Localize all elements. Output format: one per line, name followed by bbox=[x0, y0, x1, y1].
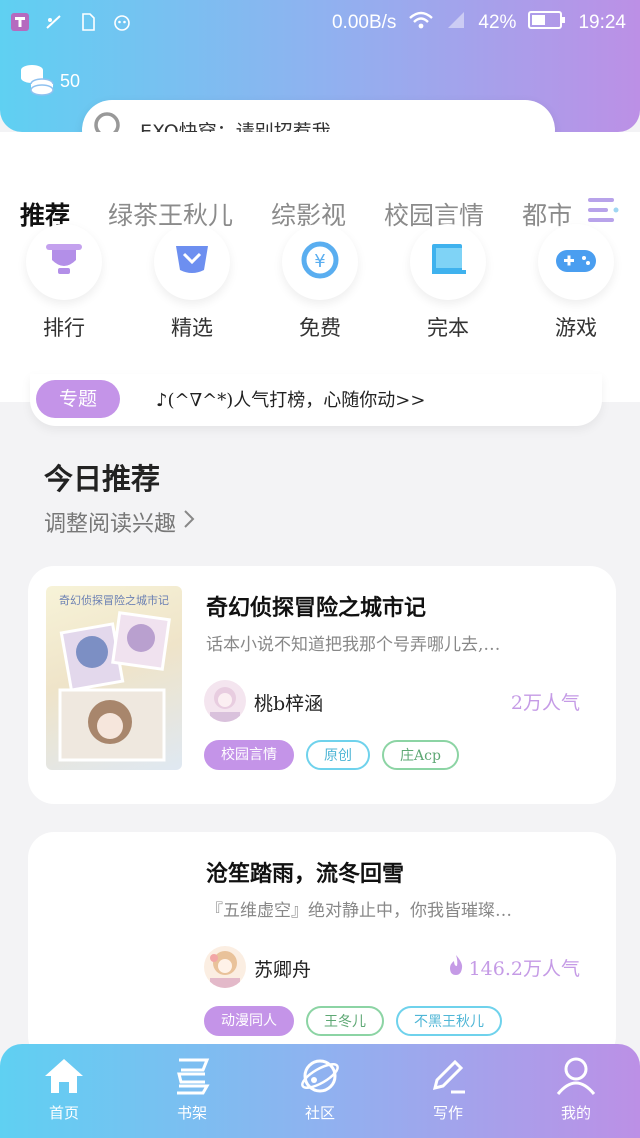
quick-link-label: 免费 bbox=[299, 316, 341, 340]
quick-link-completed[interactable]: 完本 bbox=[408, 224, 488, 342]
adjust-interest-label: 调整阅读兴趣 bbox=[44, 512, 177, 537]
network-speed: 0.00B/s bbox=[331, 11, 397, 33]
quick-link-ranking[interactable]: 排行 bbox=[24, 224, 104, 342]
nav-home[interactable]: 首页 bbox=[14, 1056, 114, 1123]
trophy-icon bbox=[42, 242, 86, 282]
coin-balance[interactable]: 50 bbox=[18, 62, 80, 100]
chevron-right-icon bbox=[182, 508, 196, 536]
nav-label: 首页 bbox=[48, 1104, 79, 1122]
coins-icon bbox=[18, 62, 54, 100]
battery-percent: 42% bbox=[478, 11, 517, 33]
avatar[interactable] bbox=[204, 946, 246, 988]
tab-green-tea[interactable]: 绿茶王秋儿 bbox=[108, 196, 233, 232]
planet-icon bbox=[299, 1059, 341, 1100]
bookshelf-icon bbox=[171, 1058, 213, 1100]
section-title: 今日推荐 bbox=[44, 462, 161, 496]
author-row: 苏卿舟 146.2万人气 bbox=[204, 946, 580, 988]
popularity-text: 146.2万人气 bbox=[468, 958, 580, 980]
topic-badge: 专题 bbox=[36, 380, 120, 418]
gamepad-icon bbox=[554, 244, 598, 280]
home-icon bbox=[43, 1059, 85, 1100]
signal-notification-icon bbox=[44, 12, 64, 32]
topic-text: ♪(^∇^*)人气打榜，心随你动>> bbox=[156, 390, 426, 411]
selection-icon bbox=[170, 242, 214, 282]
tag[interactable]: 不黑王秋儿 bbox=[396, 1006, 502, 1036]
author-name[interactable]: 苏卿舟 bbox=[254, 955, 311, 982]
author-row: 桃b梓涵 2万人气 bbox=[204, 680, 580, 722]
quick-link-games[interactable]: 游戏 bbox=[536, 224, 616, 342]
book-icon bbox=[426, 242, 470, 282]
svg-text:¥: ¥ bbox=[314, 251, 325, 272]
category-tabs: 推荐 绿茶王秋儿 综影视 校园言情 都市 bbox=[20, 196, 580, 232]
tag[interactable]: 校园言情 bbox=[204, 740, 294, 770]
topic-banner[interactable]: 专题 ♪(^∇^*)人气打榜，心随你动>> bbox=[30, 374, 602, 426]
quick-link-label: 完本 bbox=[427, 316, 469, 340]
nav-community[interactable]: 社区 bbox=[270, 1056, 370, 1123]
bot-notification-icon bbox=[112, 12, 132, 32]
yen-coin-icon: ¥ bbox=[298, 240, 342, 284]
tag[interactable]: 庄Acp bbox=[382, 740, 459, 770]
nav-label: 写作 bbox=[432, 1104, 463, 1122]
author-name[interactable]: 桃b梓涵 bbox=[254, 689, 323, 716]
quick-link-label: 精选 bbox=[171, 316, 213, 340]
book-card[interactable]: 奇幻侦探冒险之城市记 奇幻侦探冒险之城市记 话本小说不知道把我那个号弄哪儿去,…… bbox=[28, 566, 616, 804]
book-cover[interactable]: 奇幻侦探冒险之城市记 bbox=[46, 586, 182, 770]
status-bar: 0.00B/s 42% 19:24 bbox=[0, 0, 640, 44]
adjust-interest-link[interactable]: 调整阅读兴趣 bbox=[44, 506, 196, 538]
book-title[interactable]: 奇幻侦探冒险之城市记 bbox=[206, 590, 426, 622]
flame-icon bbox=[447, 954, 465, 981]
nav-label: 我的 bbox=[560, 1104, 591, 1122]
bottom-navigation: 首页 书架 社区 写作 我的 bbox=[0, 1044, 640, 1138]
pen-icon bbox=[427, 1059, 469, 1100]
tag[interactable]: 王冬儿 bbox=[306, 1006, 384, 1036]
tag-list: 动漫同人 王冬儿 不黑王秋儿 bbox=[204, 1006, 502, 1036]
tag[interactable]: 动漫同人 bbox=[204, 1006, 294, 1036]
nav-write[interactable]: 写作 bbox=[398, 1056, 498, 1123]
popularity-count: 146.2万人气 bbox=[447, 954, 580, 981]
quick-link-label: 游戏 bbox=[555, 316, 597, 340]
quick-link-selection[interactable]: 精选 bbox=[152, 224, 232, 342]
clock: 19:24 bbox=[578, 11, 626, 33]
app-notification-icon bbox=[10, 12, 30, 32]
book-title[interactable]: 沧笙踏雨，流冬回雪 bbox=[206, 856, 404, 888]
popularity-text: 2万人气 bbox=[510, 692, 580, 714]
quick-link-free[interactable]: ¥ 免费 bbox=[280, 224, 360, 342]
quick-links: 排行 精选 ¥ 免费 完本 游戏 bbox=[0, 224, 640, 350]
cell-signal-icon bbox=[446, 10, 466, 35]
quick-link-label: 排行 bbox=[43, 316, 85, 340]
battery-icon bbox=[528, 10, 566, 35]
wifi-icon bbox=[408, 10, 434, 35]
book-description: 话本小说不知道把我那个号弄哪儿去,… bbox=[206, 635, 501, 655]
book-description: 『五维虚空』绝对静止中，你我皆璀璨… bbox=[206, 901, 512, 921]
nav-label: 社区 bbox=[304, 1104, 335, 1122]
file-notification-icon bbox=[78, 12, 98, 32]
book-card[interactable]: 沧笙踏雨，流冬回雪 『五维虚空』绝对静止中，你我皆璀璨… 苏卿舟 146.2万人… bbox=[28, 832, 616, 1062]
popularity-count: 2万人气 bbox=[511, 688, 580, 715]
nav-label: 书架 bbox=[176, 1104, 207, 1122]
avatar[interactable] bbox=[204, 680, 246, 722]
nav-bookshelf[interactable]: 书架 bbox=[142, 1056, 242, 1123]
tag-list: 校园言情 原创 庄Acp bbox=[204, 740, 459, 770]
coin-count: 50 bbox=[60, 70, 81, 91]
tag[interactable]: 原创 bbox=[306, 740, 370, 770]
user-icon bbox=[555, 1057, 597, 1100]
nav-me[interactable]: 我的 bbox=[526, 1056, 626, 1123]
category-menu-icon[interactable] bbox=[582, 190, 622, 230]
